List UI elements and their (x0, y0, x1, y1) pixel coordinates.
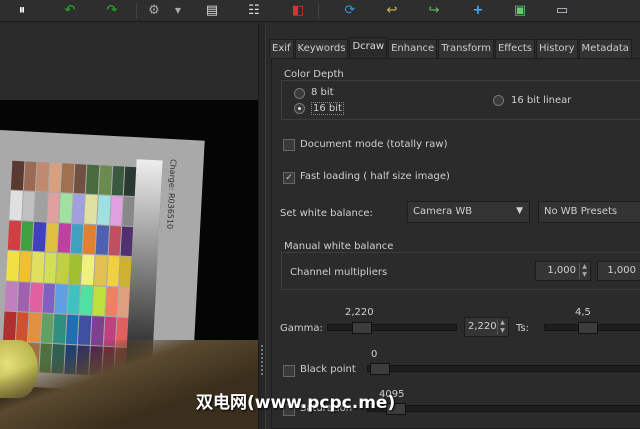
color-patch (45, 222, 59, 253)
battery-icon[interactable]: ▭ (554, 3, 570, 19)
photo-preview: Charge: R036510 (0, 100, 258, 429)
fast-loading-checkbox[interactable]: ✓ (283, 172, 295, 184)
color-patch (7, 220, 21, 251)
list-add-icon[interactable]: ☷ (246, 3, 262, 19)
color-patch (73, 163, 87, 194)
image-preview-panel: Charge: R036510 (0, 23, 258, 429)
black-point-slider[interactable] (367, 363, 640, 375)
dcraw-pane: Color Depth 8 bit 16 bit 16 bit linear D… (271, 58, 640, 429)
gamma-slider[interactable] (327, 322, 457, 334)
dried-grass (0, 340, 258, 429)
color-patch (21, 191, 35, 222)
dropdown-arrow-icon[interactable]: ▼ (170, 3, 186, 19)
color-patch (48, 162, 62, 193)
wb-presets-select[interactable]: No WB Presets (538, 201, 640, 223)
color-patch (108, 226, 122, 256)
color-patch (111, 165, 125, 196)
channel-multiplier-1[interactable]: 1,000 ▲ ▼ (535, 261, 591, 281)
tab-effects[interactable]: Effects (494, 39, 535, 58)
color-patch (59, 193, 73, 224)
color-patch (57, 223, 72, 254)
color-patch (98, 165, 112, 196)
color-patch (105, 286, 119, 317)
color-patch (10, 160, 24, 191)
settings-panel: Exif Keywords Dcraw Enhance Transform Ef… (266, 23, 640, 429)
tab-history[interactable]: History (535, 39, 578, 58)
white-balance-select[interactable]: Camera WB ▼ (407, 201, 530, 223)
color-patch (97, 195, 111, 226)
pause-icon[interactable]: ⏸ (14, 3, 30, 19)
gear-icon[interactable]: ⚙ (146, 3, 162, 19)
tab-keywords[interactable]: Keywords (294, 39, 349, 58)
color-patch (81, 254, 95, 285)
color-patch (17, 281, 31, 312)
color-patch (29, 282, 43, 313)
color-patch (61, 163, 75, 194)
color-patch (67, 284, 81, 315)
channel-multiplier-2[interactable]: 1,000 (597, 261, 640, 281)
tab-metadata[interactable]: Metadata (578, 39, 632, 58)
color-patch (40, 313, 54, 343)
radio-16bit-linear[interactable] (493, 95, 504, 106)
plus-icon[interactable]: + (470, 3, 486, 19)
color-patch (79, 285, 94, 315)
gamma-spinbox[interactable]: 2,220 ▲ ▼ (464, 317, 509, 337)
color-patch (86, 164, 100, 195)
color-patch (6, 250, 20, 281)
color-patch (83, 224, 97, 255)
color-patch (36, 162, 50, 192)
color-patch (46, 192, 61, 223)
color-patch (70, 224, 84, 254)
rotate-left-icon[interactable]: ↶ (62, 3, 78, 19)
color-patch (56, 253, 70, 284)
color-patch (15, 311, 29, 342)
tab-enhance[interactable]: Enhance (388, 39, 438, 58)
color-patch (34, 192, 48, 222)
color-patch (28, 312, 42, 343)
color-patch (9, 190, 23, 221)
tab-exif[interactable]: Exif (269, 39, 294, 58)
color-patch (54, 283, 68, 314)
color-patch (18, 251, 32, 282)
color-patch (42, 283, 56, 313)
color-patch (4, 281, 18, 311)
color-depth-title: Color Depth (284, 69, 344, 80)
color-patch (68, 254, 83, 284)
toolbar: ⏸ ↶ ↷ ⚙ ▼ ▤ ☷ ◧ ⟳ ↩ ↪ + ▣ ▭ (0, 0, 640, 22)
undo-icon[interactable]: ↩ (384, 3, 400, 19)
color-patch (95, 225, 109, 256)
tab-dcraw[interactable]: Dcraw (349, 37, 388, 58)
color-patch (31, 252, 45, 283)
watermark: 双电网(www.pcpc.me) (196, 393, 396, 413)
black-point-checkbox[interactable] (283, 365, 295, 377)
document-mode-checkbox[interactable] (283, 139, 295, 151)
color-patch (20, 221, 34, 252)
tab-bar: Exif Keywords Dcraw Enhance Transform Ef… (269, 37, 633, 58)
color-patch (43, 252, 57, 283)
exit-icon[interactable]: ◧ (290, 3, 306, 19)
panel-splitter[interactable] (258, 23, 266, 429)
tab-transform[interactable]: Transform (438, 39, 494, 58)
color-patch (32, 222, 46, 252)
document-icon[interactable]: ▤ (204, 3, 220, 19)
rotate-right-icon[interactable]: ↷ (104, 3, 120, 19)
saturation-slider[interactable] (367, 403, 640, 415)
redo-icon[interactable]: ↪ (426, 3, 442, 19)
color-patch (2, 311, 17, 341)
color-patch (92, 285, 106, 316)
color-patch (94, 255, 108, 286)
chevron-down-icon: ▼ (516, 206, 523, 216)
color-patch (23, 161, 37, 192)
image-icon[interactable]: ▣ (512, 3, 528, 19)
color-patch (106, 256, 120, 286)
radio-8bit[interactable] (294, 88, 305, 99)
color-patch (109, 196, 123, 226)
ts-slider[interactable] (544, 322, 640, 334)
radio-16bit[interactable] (294, 103, 305, 114)
color-patch (84, 194, 98, 225)
refresh-icon[interactable]: ⟳ (342, 3, 358, 19)
color-patch (72, 194, 86, 224)
